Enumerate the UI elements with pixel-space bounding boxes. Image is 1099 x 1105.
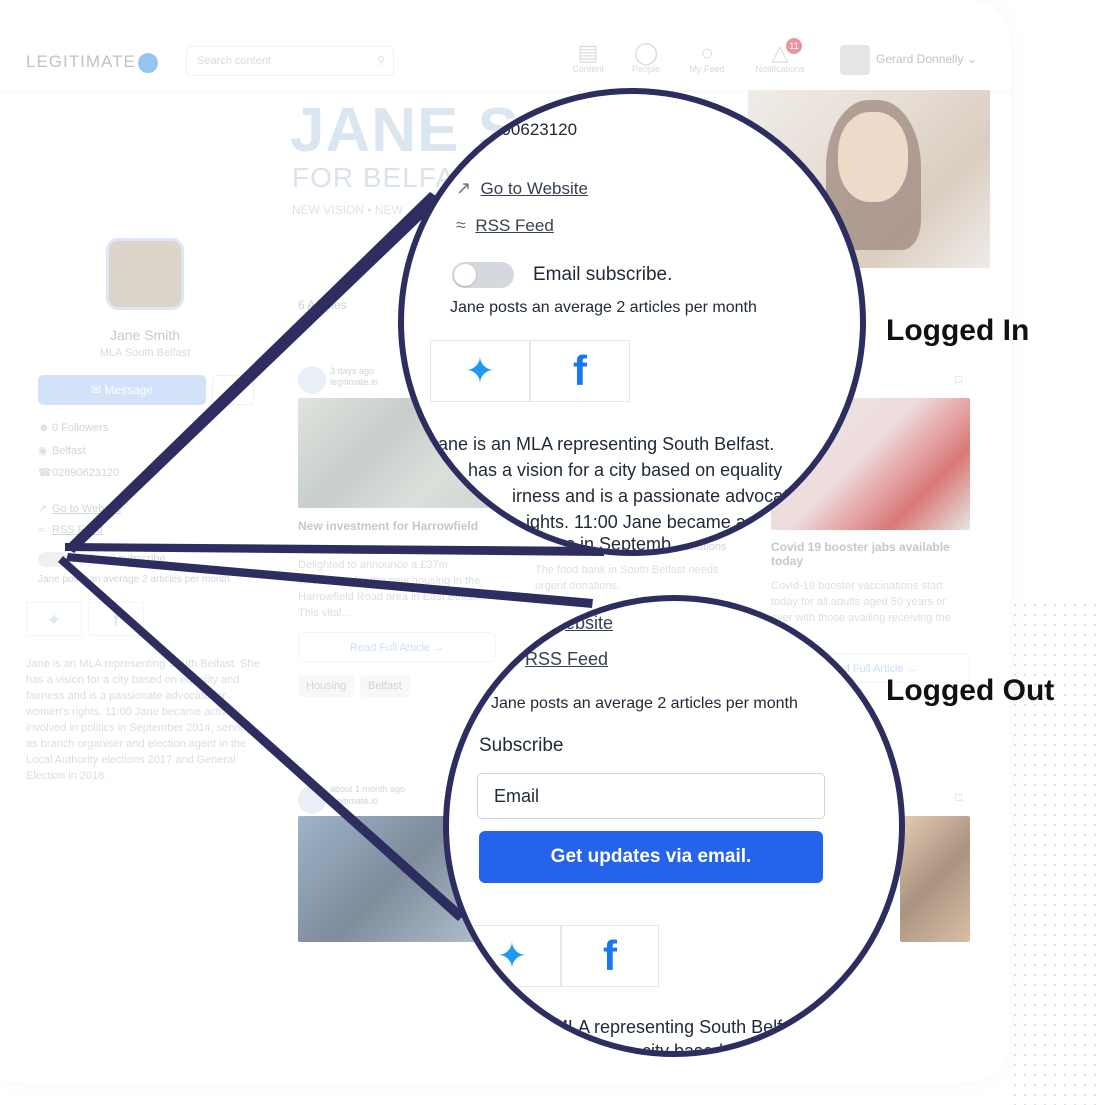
lens-in-bio-line-4: ights. 11:00 Jane became a xyxy=(526,512,746,532)
lens-in-website-row[interactable]: ↗ Go to Website xyxy=(456,178,588,199)
lens-out-avg-posts: Jane posts an average 2 articles per mon… xyxy=(491,695,798,712)
external-link-icon: ↗ xyxy=(456,178,472,198)
email-subscribe-toggle[interactable] xyxy=(452,262,514,288)
get-updates-button[interactable]: Get updates via email. xyxy=(479,831,823,883)
ray-bottom-upper xyxy=(66,553,593,608)
ray-top-lower xyxy=(65,543,604,556)
lens-in-website-link[interactable]: Go to Website xyxy=(481,179,588,198)
lens-in-rss-row[interactable]: ≈ RSS Feed xyxy=(456,215,554,236)
twitter-icon[interactable]: ✦ xyxy=(463,925,561,987)
lens-out-rss-link[interactable]: RSS Feed xyxy=(525,649,608,670)
lens-in-bio-line-3: irness and is a passionate advocate xyxy=(512,486,799,506)
lens-logged-out: ebsite RSS Feed Jane posts an average 2 … xyxy=(443,595,905,1057)
lens-in-bio-line-1: ane is an MLA representing South Belfast… xyxy=(438,434,775,454)
lens-in-email-subscribe-label: Email subscribe. xyxy=(533,264,673,285)
lens-out-rss-text[interactable]: RSS Feed xyxy=(525,649,608,669)
ray-top-upper xyxy=(65,192,442,553)
lens-in-rss-link[interactable]: RSS Feed xyxy=(475,216,553,235)
canvas: LEGITIMATE Search content ⚲ ▤ Content ◯ Peo… xyxy=(0,0,1099,1105)
email-field[interactable]: Email xyxy=(477,773,825,819)
lens-in-phone: 890623120 xyxy=(492,120,578,139)
lens-logged-in: 890623120 ↗ Go to Website ≈ RSS Feed Ema… xyxy=(398,88,866,556)
twitter-icon[interactable]: ✦ xyxy=(430,340,530,402)
rss-icon: ≈ xyxy=(456,215,466,235)
lens-out-website-link[interactable]: ebsite xyxy=(565,613,613,634)
facebook-icon[interactable]: f xyxy=(530,340,630,402)
ray-bottom-lower xyxy=(58,556,465,921)
email-placeholder: Email xyxy=(494,786,540,806)
lens-out-bio-line-1: MLA representing South Belf xyxy=(553,1017,783,1037)
logged-out-label: Logged Out xyxy=(886,674,1055,707)
facebook-icon[interactable]: f xyxy=(561,925,659,987)
logged-in-label: Logged In xyxy=(886,314,1030,347)
toggle-knob xyxy=(454,264,476,286)
lens-in-avg-posts: Jane posts an average 2 articles per mon… xyxy=(450,299,757,316)
lens-out-website-text[interactable]: ebsite xyxy=(565,613,613,633)
lens-in-bio-line-2: has a vision for a city based on equalit… xyxy=(468,460,783,480)
lens-out-subscribe-heading: Subscribe xyxy=(479,735,564,756)
